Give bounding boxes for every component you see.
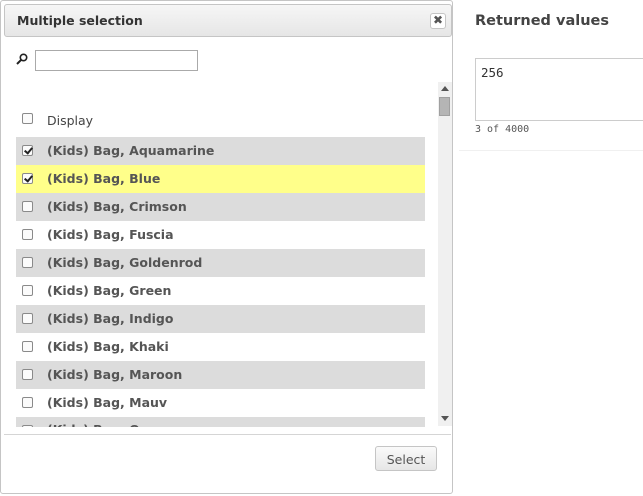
item-label: (Kids) Bag, Maroon — [47, 367, 183, 382]
item-checkbox[interactable] — [22, 173, 33, 184]
scroll-thumb[interactable] — [439, 97, 450, 116]
item-label: (Kids) Bag, Orange — [47, 422, 181, 427]
returned-values-box[interactable]: 256 — [475, 58, 643, 121]
list-item[interactable]: (Kids) Bag, Indigo — [16, 305, 425, 333]
list-item[interactable]: (Kids) Bag, Fuscia — [16, 221, 425, 249]
list-scrollbar[interactable] — [438, 82, 452, 426]
item-label: (Kids) Bag, Goldenrod — [47, 255, 203, 270]
list-item[interactable]: (Kids) Bag, Green — [16, 277, 425, 305]
dialog-title: Multiple selection — [17, 13, 143, 28]
list-header-label: Display — [47, 113, 94, 128]
item-label: (Kids) Bag, Khaki — [47, 339, 169, 354]
item-checkbox[interactable] — [22, 229, 33, 240]
item-checkbox[interactable] — [22, 341, 33, 352]
returned-values-panel: Returned values 256 3 of 4000 — [459, 0, 643, 151]
list-item[interactable]: (Kids) Bag, Goldenrod — [16, 249, 425, 277]
selection-count: 3 of 4000 — [475, 124, 530, 135]
item-checkbox[interactable] — [22, 201, 33, 212]
list-item[interactable]: (Kids) Bag, Mauv — [16, 389, 425, 417]
item-checkbox[interactable] — [22, 425, 33, 427]
select-all-checkbox[interactable] — [22, 113, 33, 124]
search-icon — [16, 53, 28, 65]
returned-value: 256 — [481, 65, 504, 80]
dialog-titlebar[interactable]: Multiple selection ✖ — [4, 4, 452, 37]
panel-title: Returned values — [475, 13, 609, 29]
item-label: (Kids) Bag, Aquamarine — [47, 143, 215, 158]
item-checkbox[interactable] — [22, 257, 33, 268]
close-icon[interactable]: ✖ — [430, 13, 446, 29]
item-checkbox[interactable] — [22, 145, 33, 156]
item-label: (Kids) Bag, Blue — [47, 171, 161, 186]
multiple-selection-dialog: Multiple selection ✖ Display (Kids) Bag,… — [0, 0, 453, 494]
item-checkbox[interactable] — [22, 285, 33, 296]
item-label: (Kids) Bag, Mauv — [47, 395, 168, 410]
selection-list: Display (Kids) Bag, Aquamarine (Kids) Bag… — [16, 109, 425, 427]
list-item[interactable]: (Kids) Bag, Aquamarine — [16, 137, 425, 165]
scroll-down-icon[interactable] — [441, 416, 449, 421]
item-checkbox[interactable] — [22, 369, 33, 380]
list-item[interactable]: (Kids) Bag, Crimson — [16, 193, 425, 221]
search-input[interactable] — [35, 50, 198, 71]
item-label: (Kids) Bag, Indigo — [47, 311, 174, 326]
item-label: (Kids) Bag, Green — [47, 283, 172, 298]
item-label: (Kids) Bag, Fuscia — [47, 227, 174, 242]
select-button[interactable]: Select — [375, 446, 437, 471]
item-checkbox[interactable] — [22, 397, 33, 408]
footer-divider — [4, 434, 451, 435]
list-item[interactable]: (Kids) Bag, Blue — [16, 165, 425, 193]
scroll-up-icon[interactable] — [441, 86, 449, 91]
list-item[interactable]: (Kids) Bag, Khaki — [16, 333, 425, 361]
list-header-row: Display — [16, 109, 425, 137]
item-label: (Kids) Bag, Crimson — [47, 199, 187, 214]
list-item[interactable]: (Kids) Bag, Maroon — [16, 361, 425, 389]
list-item[interactable]: (Kids) Bag, Orange — [16, 417, 425, 427]
item-checkbox[interactable] — [22, 313, 33, 324]
